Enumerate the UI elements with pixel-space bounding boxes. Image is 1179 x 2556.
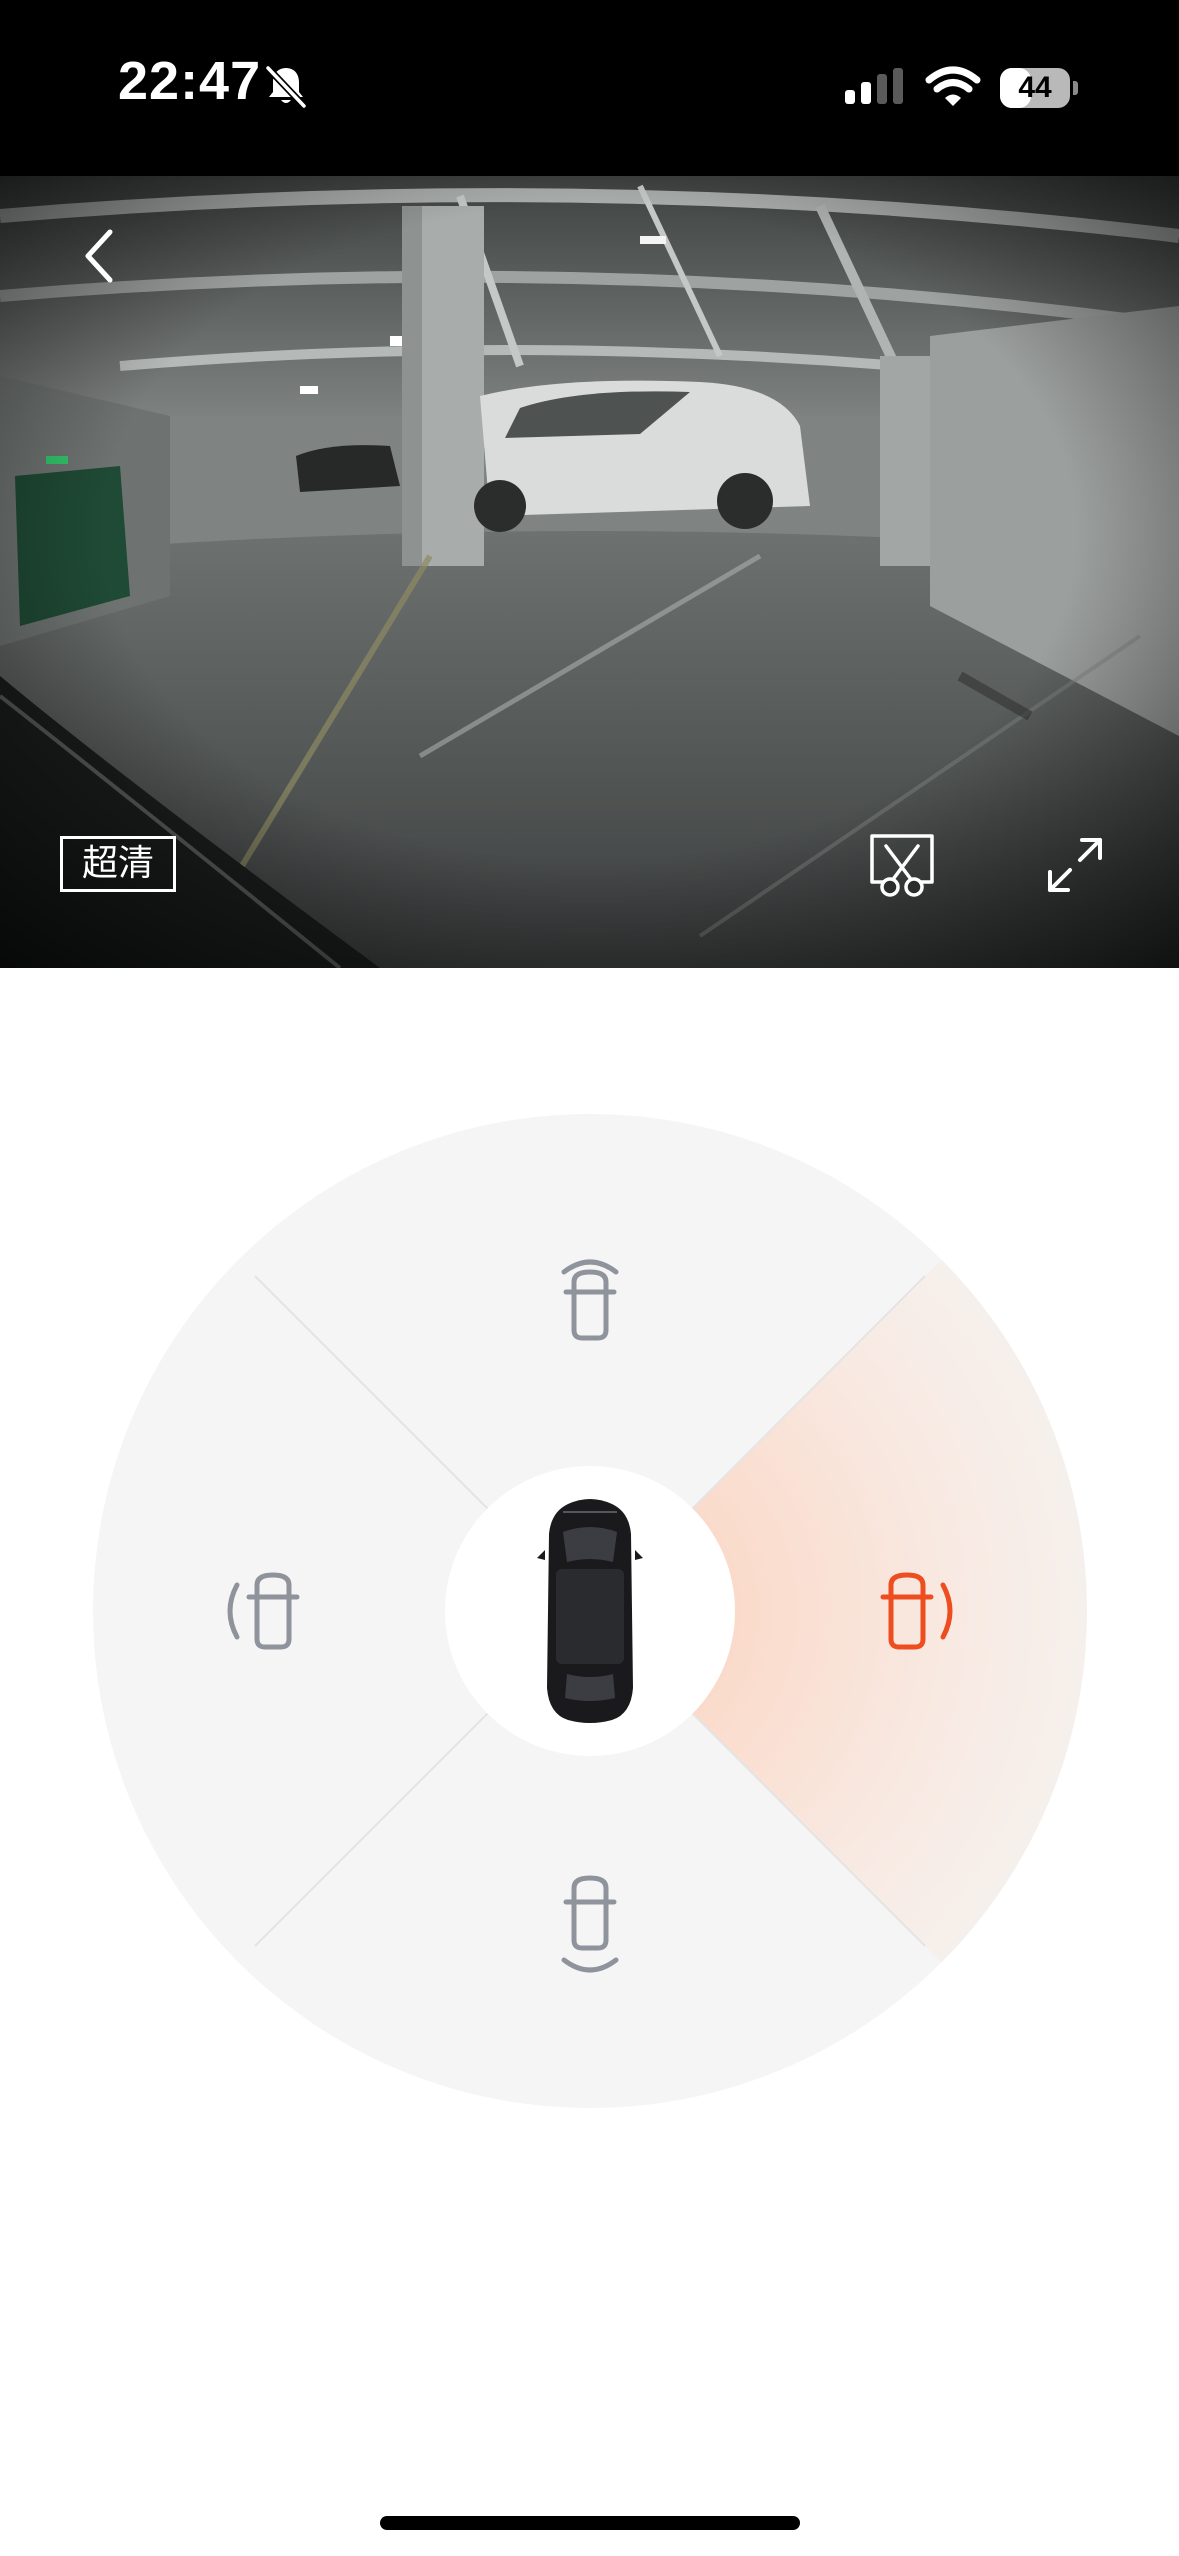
- camera-image: [0, 176, 1179, 968]
- back-button[interactable]: [70, 216, 130, 296]
- bell-muted-icon: [265, 65, 307, 109]
- status-time: 22:47: [118, 51, 262, 111]
- battery-cap: [1073, 81, 1078, 95]
- battery-level: 44: [1018, 71, 1052, 104]
- cellular-signal-icon: [845, 68, 903, 104]
- wifi-icon: [925, 66, 981, 106]
- vehicle-top-view-icon: [537, 1499, 643, 1723]
- home-indicator: [380, 2516, 800, 2530]
- video-quality-button[interactable]: 超清: [60, 836, 176, 892]
- scissors-icon[interactable]: [868, 832, 936, 900]
- battery-indicator: 44: [1000, 68, 1078, 108]
- status-bar: 22:47 44: [0, 0, 1179, 176]
- camera-feed: 超清: [0, 176, 1179, 968]
- fullscreen-icon[interactable]: [1044, 834, 1106, 896]
- camera-direction-selector: [93, 1114, 1087, 2108]
